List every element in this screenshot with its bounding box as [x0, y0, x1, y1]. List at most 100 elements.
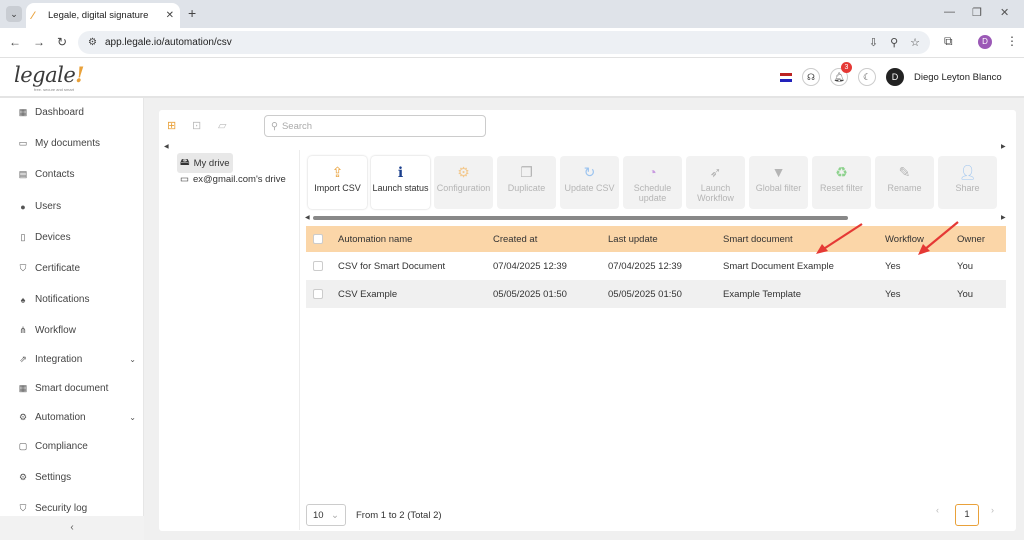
schedule-icon: ◔	[648, 164, 657, 180]
bookmark-star-icon[interactable]: ☆	[910, 36, 920, 49]
move-folder-icon[interactable]: ⊡	[192, 119, 201, 132]
browser-tab[interactable]: ⁄ Legale, digital signature ✕	[26, 3, 180, 28]
sidebar-item-security-log[interactable]: ⛉ Security log	[18, 503, 136, 514]
address-bar[interactable]: ⚙ app.legale.io/automation/csv ⇩ ⚲ ☆	[78, 31, 930, 54]
select-all-checkbox[interactable]	[313, 234, 323, 244]
sidebar-item-notifications[interactable]: ♠ Notifications	[18, 294, 136, 305]
contacts-icon: ▤	[18, 169, 28, 179]
gear-icon: ⚙	[457, 164, 470, 180]
minimize-icon[interactable]: —	[944, 6, 955, 18]
browser-menu-icon[interactable]: ⋮	[1006, 34, 1018, 48]
global-filter-button[interactable]: ▼ Global filter	[749, 156, 808, 209]
cell-smart-document: Example Template	[723, 280, 885, 308]
sidebar-item-certificate[interactable]: ⛉ Certificate	[18, 263, 136, 274]
table-row[interactable]: CSV for Smart Document 07/04/2025 12:39 …	[306, 252, 1006, 280]
import-csv-button[interactable]: ⇪ Import CSV	[308, 156, 367, 209]
extensions-icon[interactable]: ⧉	[944, 34, 953, 49]
sidebar-item-compliance[interactable]: ▢ Compliance	[18, 441, 136, 452]
legale-favicon: ⁄	[32, 9, 34, 22]
support-icon[interactable]: ☊	[802, 68, 820, 86]
column-header-owner[interactable]: Owner	[957, 226, 1006, 252]
automation-table: Automation name Created at Last update S…	[306, 226, 1006, 308]
folder-tree	[166, 150, 300, 530]
launch-status-button[interactable]: ℹ Launch status	[371, 156, 430, 209]
toolbar-scroll-right-arrow[interactable]: ▶	[1001, 214, 1006, 221]
forward-icon[interactable]: →	[33, 36, 45, 48]
sidebar-item-automation[interactable]: ⚙ Automation ⌄	[18, 412, 136, 423]
pagination-summary: From 1 to 2 (Total 2)	[356, 509, 442, 521]
sidebar-item-users[interactable]: ● Users	[18, 201, 136, 212]
integration-icon: ⇗	[19, 354, 27, 364]
toolbar-scroll-left-arrow[interactable]: ◀	[305, 214, 310, 221]
theme-toggle-icon[interactable]: ☾	[858, 68, 876, 86]
sidebar-item-devices[interactable]: ▯ Devices	[18, 232, 136, 243]
toolbar-scrollbar[interactable]	[313, 216, 848, 220]
sidebar-item-workflow[interactable]: ⋔ Workflow	[18, 325, 136, 336]
next-page-icon[interactable]: ›	[991, 505, 994, 515]
zoom-icon[interactable]: ⚲	[890, 36, 898, 49]
logo-tagline: free. secure and smart	[34, 87, 75, 92]
user-avatar[interactable]: D	[886, 68, 904, 86]
restore-icon[interactable]: ❐	[972, 6, 982, 19]
share-button[interactable]: 👤︎ Share	[938, 156, 997, 209]
user-name[interactable]: Diego Leyton Blanco	[914, 72, 1002, 83]
schedule-update-button[interactable]: ◔ Schedule update	[623, 156, 682, 209]
sidebar-item-settings[interactable]: ⚙ Settings	[18, 472, 136, 483]
column-header-automation-name[interactable]: Automation name	[338, 226, 493, 252]
new-folder-icon[interactable]: ⊞	[167, 119, 176, 132]
cell-workflow: Yes	[885, 260, 901, 272]
search-input[interactable]: ⚲ Search	[264, 115, 486, 137]
tab-title: Legale, digital signature	[48, 10, 149, 21]
update-csv-button[interactable]: ↻ Update CSV	[560, 156, 619, 209]
column-header-workflow[interactable]: Workflow	[885, 226, 957, 252]
folder-action-icon[interactable]: ▱	[218, 119, 226, 132]
copy-icon: ❐	[520, 164, 533, 180]
tree-item-my-drive[interactable]: 🖴︎ My drive	[177, 153, 233, 173]
drive-icon: 🖴︎	[180, 157, 190, 168]
notifications-bell-icon[interactable]: 🔔︎ 3	[830, 62, 852, 86]
row-checkbox[interactable]	[313, 289, 323, 299]
tab-close-icon[interactable]: ✕	[166, 10, 174, 21]
tree-item-shared-drive[interactable]: ▭ ex@gmail.com's drive	[177, 172, 289, 187]
new-tab-button[interactable]: +	[188, 6, 196, 20]
table-header-row: Automation name Created at Last update S…	[306, 226, 1006, 252]
cell-last-update: 07/04/2025 12:39	[608, 260, 682, 272]
reload-icon[interactable]: ↻	[57, 36, 67, 48]
column-header-last-update[interactable]: Last update	[608, 226, 723, 252]
scroll-right-arrow[interactable]: ▶	[1001, 143, 1006, 150]
chevron-down-icon: ⌄	[129, 355, 136, 364]
row-checkbox[interactable]	[313, 261, 323, 271]
sidebar-item-dashboard[interactable]: ▦ Dashboard	[18, 107, 136, 118]
sidebar-item-contacts[interactable]: ▤ Contacts	[18, 169, 136, 180]
table-row[interactable]: CSV Example 05/05/2025 01:50 05/05/2025 …	[306, 280, 1006, 308]
cell-created-at: 05/05/2025 01:50	[493, 280, 608, 308]
chevron-down-icon: ⌄	[331, 509, 339, 521]
url-text: app.legale.io/automation/csv	[104, 37, 232, 48]
scroll-left-arrow[interactable]: ◀	[164, 143, 169, 150]
sidebar-collapse-button[interactable]: ‹	[0, 516, 144, 540]
page-size-select[interactable]: 10 ⌄	[306, 504, 346, 526]
profile-avatar[interactable]: D	[978, 35, 992, 49]
cell-automation-name: CSV for Smart Document	[338, 260, 446, 272]
reset-filter-button[interactable]: ♻ Reset filter	[812, 156, 871, 209]
column-header-created-at[interactable]: Created at	[493, 226, 608, 252]
sidebar-item-integration[interactable]: ⇗ Integration ⌄	[18, 354, 136, 365]
column-header-smart-document[interactable]: Smart document	[723, 226, 885, 252]
install-app-icon[interactable]: ⇩	[869, 36, 878, 49]
language-flag-icon[interactable]	[780, 72, 792, 82]
legale-logo[interactable]: legale!	[14, 62, 84, 87]
browser-toolbar: ← → ↻ ⚙ app.legale.io/automation/csv ⇩ ⚲…	[0, 28, 1024, 58]
browser-tab-strip: ⌄ ⁄ Legale, digital signature ✕ + — ❐ ✕	[0, 0, 1024, 28]
window-close-icon[interactable]: ✕	[1000, 6, 1009, 19]
page-number-button[interactable]: 1	[955, 504, 979, 526]
back-icon[interactable]: ←	[9, 36, 21, 48]
launch-workflow-button[interactable]: ➶ Launch Workflow	[686, 156, 745, 209]
tab-search-button[interactable]: ⌄	[6, 6, 22, 22]
rename-button[interactable]: ✎ Rename	[875, 156, 934, 209]
prev-page-icon[interactable]: ‹	[936, 505, 939, 515]
duplicate-button[interactable]: ❐ Duplicate	[497, 156, 556, 209]
configuration-button[interactable]: ⚙ Configuration	[434, 156, 493, 209]
sidebar-item-my-documents[interactable]: ▭ My documents	[18, 138, 136, 149]
site-info-icon[interactable]: ⚙	[88, 37, 97, 48]
sidebar-item-smart-document[interactable]: ▦ Smart document	[18, 383, 136, 394]
